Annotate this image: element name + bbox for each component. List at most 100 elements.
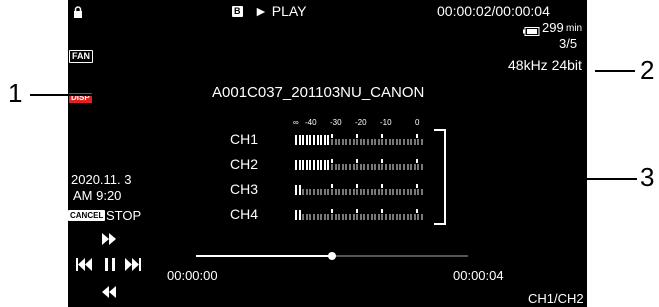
stop-label: STOP (106, 208, 142, 223)
meter-segment (349, 214, 351, 220)
meter-segment (309, 214, 312, 220)
level-meter-1 (295, 134, 430, 145)
meter-segment (316, 160, 319, 170)
meter-segment (395, 214, 398, 220)
skip-next-icon[interactable] (125, 258, 141, 274)
meter-segment (349, 164, 351, 170)
meter-segment (370, 164, 373, 170)
level-meter-4 (295, 209, 430, 220)
meter-segment (363, 214, 366, 220)
meter-segment (403, 214, 405, 220)
meter-segment (298, 160, 301, 170)
battery-icon (523, 23, 540, 36)
meter-segment (352, 189, 355, 195)
meter-segment (359, 164, 362, 170)
meter-tick (356, 184, 358, 188)
meter-segment (421, 139, 423, 145)
skip-previous-icon[interactable] (76, 258, 92, 274)
meter-segment (417, 214, 420, 220)
timecode: 00:00:02/00:00:04 (437, 3, 550, 19)
meter-segment (349, 189, 351, 195)
meter-segment (370, 189, 373, 195)
callout-3-line (447, 178, 637, 180)
meter-segment (410, 214, 413, 220)
meter-segment (388, 214, 391, 220)
fast-forward-icon[interactable] (102, 232, 116, 248)
meter-segment (302, 135, 305, 145)
meter-segment (406, 164, 409, 170)
meter-segment (327, 160, 330, 170)
meter-segment (413, 214, 416, 220)
meter-segment (320, 189, 323, 195)
meter-segment (374, 164, 377, 170)
meter-segment (395, 189, 398, 195)
meter-segment (381, 214, 384, 220)
meter-segment (406, 189, 409, 195)
meter-segment (338, 189, 341, 195)
audio-format: 48kHz 24bit (508, 57, 582, 73)
meter-segment (323, 189, 326, 195)
meter-segment (385, 189, 387, 195)
clip-index: 3/5 (559, 36, 578, 51)
meter-segment (399, 139, 402, 145)
meter-segment (399, 214, 402, 220)
progress-track[interactable] (196, 252, 468, 260)
meter-segment (403, 164, 405, 170)
camera-screen: B ► PLAY 00:00:02/00:00:04 299 min 3/5 4… (68, 0, 587, 307)
meter-segment (406, 214, 409, 220)
meter-segment (417, 189, 420, 195)
progress-fill (196, 255, 332, 257)
meter-segment (341, 164, 344, 170)
meter-segment (388, 189, 391, 195)
meter-segment (370, 214, 373, 220)
card-slot-badge: B (232, 6, 243, 17)
channel-label-4: CH4 (230, 206, 259, 222)
meter-segment (403, 189, 405, 195)
pause-icon[interactable] (104, 258, 116, 274)
rewind-icon[interactable] (102, 285, 116, 301)
channel-label-1: CH1 (230, 131, 259, 147)
meter-segment (345, 164, 348, 170)
meter-segment (363, 139, 366, 145)
meter-segment (305, 189, 308, 195)
meter-tick (356, 134, 358, 138)
meter-segment (367, 189, 369, 195)
meter-segment (323, 214, 326, 220)
meter-segment (323, 160, 326, 170)
meter-segment (313, 135, 315, 145)
meter-segment (352, 214, 355, 220)
meter-segment (338, 164, 341, 170)
meter-segment (341, 139, 344, 145)
meter-segment (305, 135, 308, 145)
meter-segment (392, 139, 395, 145)
meter-tick (416, 159, 418, 163)
meter-segment (374, 189, 377, 195)
meter-segment (359, 214, 362, 220)
clip-name: A001C037_201103NU_CANON (212, 84, 425, 101)
meter-segment (385, 139, 387, 145)
meter-segment (417, 139, 420, 145)
channel-label-3: CH3 (230, 181, 259, 197)
meter-segment (316, 189, 319, 195)
start-time: 00:00:00 (167, 268, 218, 283)
meter-scale-1: -40 (305, 118, 317, 127)
meter-tick (381, 209, 383, 213)
meter-scale-2: -30 (330, 118, 342, 127)
meter-segment (388, 139, 391, 145)
meter-segment (395, 139, 398, 145)
meter-segment (363, 164, 366, 170)
meter-segment (331, 214, 333, 220)
time-display: AM 9:20 (73, 188, 122, 203)
meter-segment (392, 164, 395, 170)
meter-segment (309, 160, 312, 170)
meter-segment (334, 214, 337, 220)
meter-tick (381, 184, 383, 188)
meter-segment (413, 164, 416, 170)
meter-segment (349, 139, 351, 145)
meter-segment (356, 189, 359, 195)
meter-segment (359, 139, 362, 145)
meter-segment (399, 164, 402, 170)
progress-knob[interactable] (328, 252, 336, 260)
meter-segment (410, 189, 413, 195)
meter-segment (356, 214, 359, 220)
